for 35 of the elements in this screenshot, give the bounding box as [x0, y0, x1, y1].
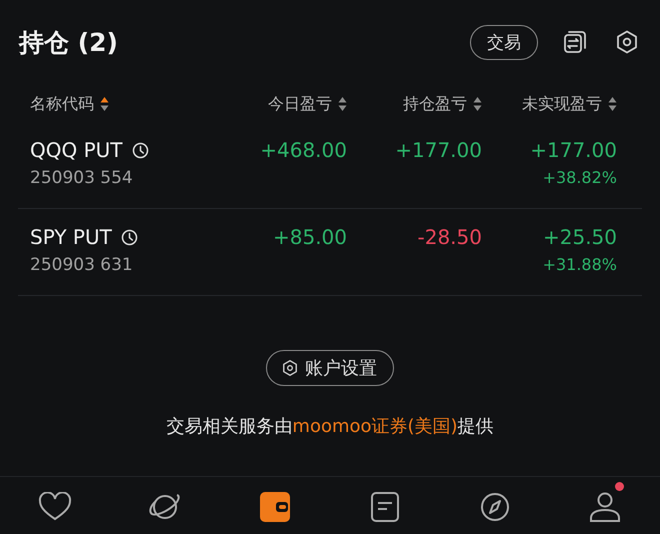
symbol-name: SPY PUT [30, 225, 112, 249]
profit-value: +85.00 [272, 225, 347, 249]
column-header[interactable]: 今日盈亏 [268, 94, 332, 114]
settings-icon[interactable] [614, 29, 640, 55]
profit-value: +177.00 [395, 138, 482, 162]
column-header[interactable]: 未实现盈亏 [522, 94, 602, 114]
symbol-name: QQQ PUT [30, 138, 122, 162]
settings-icon [281, 359, 299, 377]
profit-percent: +31.88% [542, 255, 617, 274]
wallet-icon[interactable] [258, 492, 292, 522]
profit-value: +25.50 [542, 225, 617, 249]
provider-note: 交易相关服务由moomoo证券(美国)提供 [166, 415, 494, 438]
profit-value: +177.00 [530, 138, 617, 162]
sort-icon[interactable] [473, 96, 482, 112]
sort-icon[interactable] [338, 96, 347, 112]
sort-icon[interactable] [100, 96, 109, 112]
column-header[interactable]: 名称代码 [30, 94, 94, 114]
profit-value: -28.50 [418, 225, 482, 249]
contract-code: 250903 631 [30, 255, 134, 275]
sort-icon[interactable] [608, 96, 617, 112]
person-icon[interactable] [588, 492, 622, 522]
contract-code: 250903 554 [30, 168, 134, 188]
page-title: 持仓 (2) [19, 26, 118, 58]
column-header[interactable]: 持仓盈亏 [403, 94, 467, 114]
clock-icon [132, 142, 148, 158]
account-settings-button[interactable]: 账户设置 [266, 350, 394, 386]
trade-button[interactable]: 交易 [470, 24, 538, 60]
profit-percent: +38.82% [542, 168, 617, 187]
switch-icon[interactable] [562, 29, 588, 55]
profit-value: +468.00 [260, 138, 347, 162]
planet-icon[interactable] [148, 492, 182, 522]
document-icon[interactable] [368, 492, 402, 522]
compass-icon[interactable] [478, 492, 512, 522]
heart-icon[interactable] [38, 492, 72, 522]
clock-icon [120, 228, 138, 246]
